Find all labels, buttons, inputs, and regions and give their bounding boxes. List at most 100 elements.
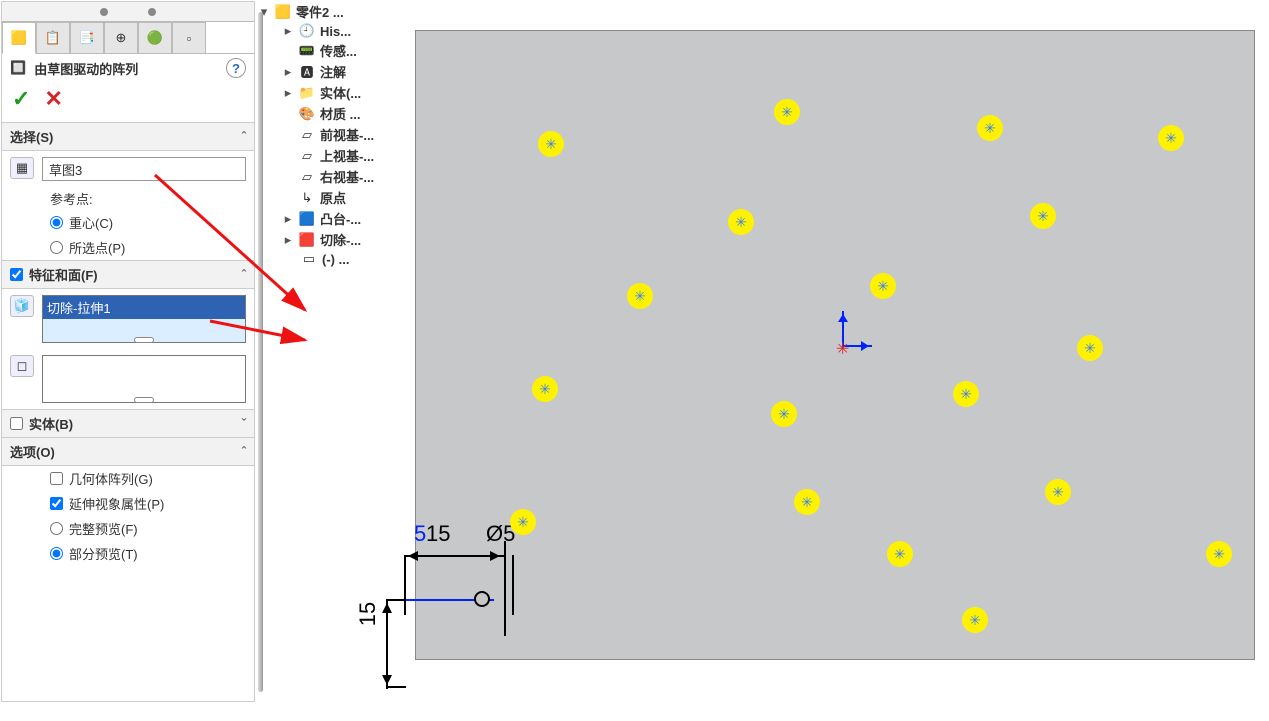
radio-selected-point[interactable]: 所选点(P): [50, 235, 254, 260]
dim-h15: 15: [426, 521, 450, 547]
tree-item-right-plane[interactable]: ▱右视基-...: [282, 166, 408, 187]
section-bodies-header[interactable]: 实体(B) ˇ: [2, 409, 254, 438]
tree-item-material[interactable]: 🎨材质 ...: [282, 103, 408, 124]
section-label: 实体(B): [29, 414, 73, 433]
tree-item-history[interactable]: ▸🕘His...: [282, 22, 408, 40]
section-features-header[interactable]: 特征和面(F) ˆ: [2, 260, 254, 289]
radio-partial-preview[interactable]: 部分预览(T): [50, 541, 254, 566]
plane-icon: ▱: [298, 169, 316, 185]
tree-item-front-plane[interactable]: ▱前视基-...: [282, 124, 408, 145]
feature-tree: ▾🟨零件2 ... ▸🕘His... 📟传感... ▸🅰注解 ▸📁实体(... …: [258, 1, 408, 361]
annotation-icon: 🅰: [298, 64, 316, 80]
resize-handle[interactable]: [134, 337, 154, 343]
ok-button[interactable]: ✓: [12, 86, 30, 112]
pattern-icon: 🔲: [10, 60, 26, 76]
tree-item-origin[interactable]: ↳原点: [282, 187, 408, 208]
graphics-viewport[interactable]: ✳ 15 Ø5 5 15: [415, 30, 1255, 660]
help-button[interactable]: ?: [226, 58, 246, 78]
misc-icon: ▫: [187, 31, 192, 46]
pattern-point: [870, 273, 896, 299]
tree-item-annotations[interactable]: ▸🅰注解: [282, 61, 408, 82]
pattern-point: [774, 99, 800, 125]
tab-property-manager[interactable]: 📋: [36, 22, 70, 54]
dot-icon: [148, 8, 156, 16]
boss-icon: 🟦: [298, 211, 316, 227]
feature-icon: 🧊: [10, 295, 34, 317]
features-checkbox[interactable]: [10, 268, 23, 281]
check-geom-pattern[interactable]: 几何体阵列(G): [50, 466, 254, 491]
origin-triad: ✳: [830, 311, 860, 361]
tab-appearance[interactable]: 🟢: [138, 22, 172, 54]
pattern-point: [1206, 541, 1232, 567]
config-icon: 📑: [79, 30, 95, 46]
pattern-point: [1045, 479, 1071, 505]
dot-icon: [100, 8, 108, 16]
section-selection-header[interactable]: 选择(S) ˆ: [2, 122, 254, 151]
radio-centroid[interactable]: 重心(C): [50, 210, 254, 235]
section-label: 选择(S): [10, 127, 53, 146]
dim-v15: 15: [355, 602, 381, 626]
sensor-icon: 📟: [298, 43, 316, 59]
chevron-down-icon: ˇ: [242, 416, 246, 431]
pattern-point: [887, 541, 913, 567]
origin-icon: ↳: [298, 190, 316, 206]
bodies-icon: 📁: [298, 85, 316, 101]
tab-last[interactable]: ▫: [172, 22, 206, 54]
list-icon: 📋: [45, 30, 61, 46]
hole-circle: [474, 591, 490, 607]
pattern-point: [532, 376, 558, 402]
pattern-point: [977, 115, 1003, 141]
resize-handle[interactable]: [134, 397, 154, 403]
chevron-up-icon: ˆ: [242, 267, 246, 282]
section-options-header[interactable]: 选项(O) ˆ: [2, 438, 254, 466]
chevron-up-icon: ˆ: [242, 444, 246, 459]
tree-item-sketch3[interactable]: ▭(-) ...: [282, 250, 408, 268]
cut-icon: 🟥: [298, 232, 316, 248]
plane-icon: ▱: [298, 127, 316, 143]
dimension-group: 15 Ø5 5 15: [386, 521, 586, 721]
features-list-row: 🧊 切除-拉伸1: [2, 289, 254, 349]
selected-feature[interactable]: 切除-拉伸1: [43, 296, 245, 319]
pattern-point: [538, 131, 564, 157]
target-icon: ⊕: [116, 30, 127, 46]
check-propagate[interactable]: 延伸视象属性(P): [50, 491, 254, 516]
tree-item-sensors[interactable]: 📟传感...: [282, 40, 408, 61]
panel-drag-handle[interactable]: [2, 2, 254, 22]
pm-title: 由草图驱动的阵列: [34, 59, 138, 78]
selection-sketch-row: ▦: [2, 151, 254, 187]
tab-configuration-manager[interactable]: 📑: [70, 22, 104, 54]
pattern-point: [1158, 125, 1184, 151]
tree-item-cut[interactable]: ▸🟥切除-...: [282, 229, 408, 250]
tab-feature-manager[interactable]: 🟨: [2, 22, 36, 54]
manager-tabs: 🟨 📋 📑 ⊕ 🟢 ▫: [2, 22, 254, 54]
tree-item-bodies[interactable]: ▸📁实体(...: [282, 82, 408, 103]
dim-five: 5: [414, 521, 426, 547]
pattern-point: [627, 283, 653, 309]
cancel-button[interactable]: ✕: [44, 86, 62, 112]
pattern-point: [953, 381, 979, 407]
face-icon: ◻: [10, 355, 34, 377]
tab-dimxpert[interactable]: ⊕: [104, 22, 138, 54]
tree-root[interactable]: ▾🟨零件2 ...: [258, 1, 408, 22]
material-icon: 🎨: [298, 106, 316, 122]
pattern-point: [962, 607, 988, 633]
history-icon: 🕘: [298, 23, 316, 39]
tree-item-top-plane[interactable]: ▱上视基-...: [282, 145, 408, 166]
globe-icon: 🟢: [147, 30, 163, 46]
sketch-input[interactable]: [42, 157, 246, 181]
radio-full-preview[interactable]: 完整预览(F): [50, 516, 254, 541]
features-listbox[interactable]: 切除-拉伸1: [42, 295, 246, 343]
property-manager-panel: 🟨 📋 📑 ⊕ 🟢 ▫ 🔲 由草图驱动的阵列 ? ✓ ✕ 选择(S) ˆ ▦ 参…: [1, 1, 255, 702]
part-icon: 🟨: [274, 4, 292, 20]
pattern-point: [510, 509, 536, 535]
sketch-icon: ▭: [300, 251, 318, 267]
tree-item-boss[interactable]: ▸🟦凸台-...: [282, 208, 408, 229]
ref-point-label: 参考点:: [50, 187, 254, 210]
faces-listbox[interactable]: [42, 355, 246, 403]
section-label: 选项(O): [10, 442, 55, 461]
pattern-point: [1077, 335, 1103, 361]
section-label: 特征和面(F): [29, 265, 98, 284]
bodies-checkbox[interactable]: [10, 417, 23, 430]
chevron-up-icon: ˆ: [242, 129, 246, 144]
faces-list-row: ◻: [2, 349, 254, 409]
